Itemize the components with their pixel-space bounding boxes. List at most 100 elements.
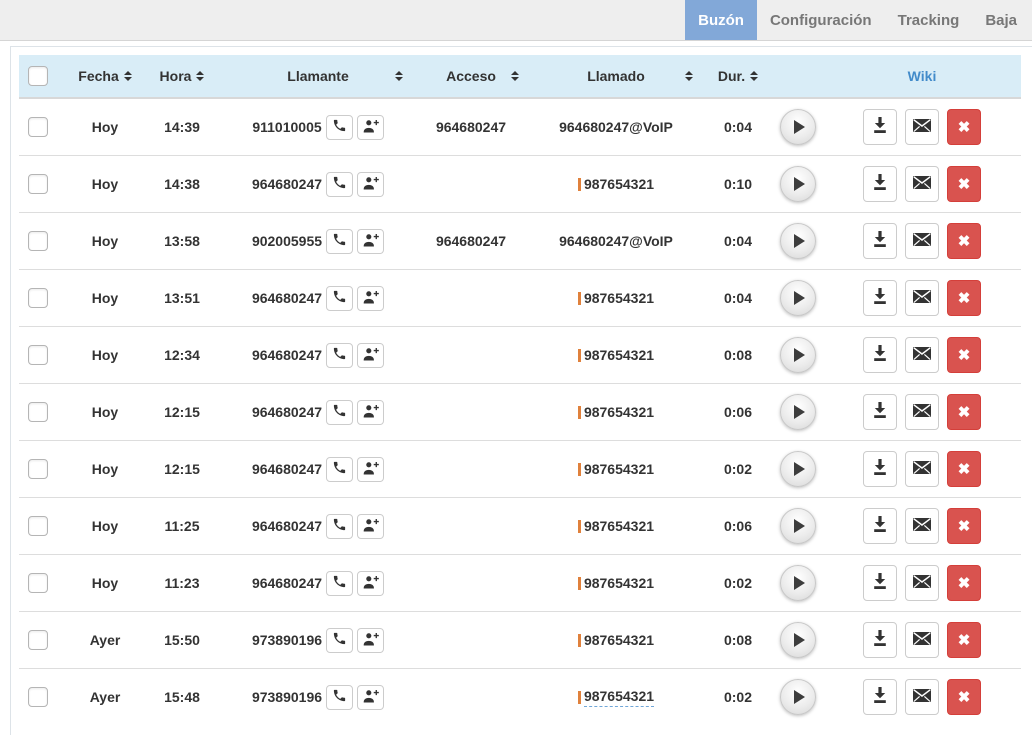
download-button[interactable] (863, 337, 897, 373)
play-button[interactable] (780, 679, 816, 715)
actions-cell: ✖ (823, 280, 1021, 316)
play-button[interactable] (780, 337, 816, 373)
delete-button[interactable]: ✖ (947, 508, 981, 544)
add-contact-button[interactable] (357, 457, 384, 482)
play-button[interactable] (780, 565, 816, 601)
add-contact-button[interactable] (357, 571, 384, 596)
row-checkbox[interactable] (28, 231, 48, 251)
delete-button[interactable]: ✖ (947, 337, 981, 373)
download-button[interactable] (863, 280, 897, 316)
dur-value: 0:04 (724, 233, 752, 249)
tab-buzon[interactable]: Buzón (685, 0, 757, 40)
row-checkbox[interactable] (28, 117, 48, 137)
download-button[interactable] (863, 394, 897, 430)
download-button[interactable] (863, 622, 897, 658)
fecha-cell: Hoy (69, 119, 141, 135)
add-contact-button[interactable] (357, 286, 384, 311)
delete-button[interactable]: ✖ (947, 622, 981, 658)
header-wiki[interactable]: Wiki (823, 68, 1021, 84)
call-back-button[interactable] (326, 457, 353, 482)
row-checkbox[interactable] (28, 174, 48, 194)
play-button[interactable] (780, 451, 816, 487)
row-checkbox[interactable] (28, 459, 48, 479)
play-button[interactable] (780, 508, 816, 544)
download-button[interactable] (863, 508, 897, 544)
row-checkbox[interactable] (28, 687, 48, 707)
header-fecha-label: Fecha (78, 68, 118, 84)
email-button[interactable] (905, 109, 939, 145)
delete-button[interactable]: ✖ (947, 451, 981, 487)
header-hora[interactable]: Hora (141, 68, 223, 84)
download-button[interactable] (863, 679, 897, 715)
row-checkbox[interactable] (28, 345, 48, 365)
email-button[interactable] (905, 451, 939, 487)
fecha-cell: Ayer (69, 689, 141, 705)
play-button[interactable] (780, 622, 816, 658)
email-button[interactable] (905, 337, 939, 373)
row-checkbox[interactable] (28, 516, 48, 536)
play-button[interactable] (780, 109, 816, 145)
email-button[interactable] (905, 622, 939, 658)
call-back-button[interactable] (326, 343, 353, 368)
add-contact-button[interactable] (357, 628, 384, 653)
header-dur[interactable]: Dur. (703, 68, 773, 84)
header-llamado[interactable]: Llamado (529, 68, 703, 84)
tab-configuracion[interactable]: Configuración (757, 0, 885, 40)
play-button[interactable] (780, 223, 816, 259)
llamante-cell: 964680247 (223, 172, 413, 197)
call-back-button[interactable] (326, 685, 353, 710)
play-button[interactable] (780, 394, 816, 430)
download-button[interactable] (863, 451, 897, 487)
add-contact-button[interactable] (357, 685, 384, 710)
llamante-cell: 964680247 (223, 343, 413, 368)
delete-button[interactable]: ✖ (947, 565, 981, 601)
call-back-button[interactable] (326, 400, 353, 425)
download-button[interactable] (863, 166, 897, 202)
delete-button[interactable]: ✖ (947, 394, 981, 430)
row-checkbox[interactable] (28, 402, 48, 422)
email-button[interactable] (905, 565, 939, 601)
download-button[interactable] (863, 565, 897, 601)
row-checkbox[interactable] (28, 573, 48, 593)
header-fecha[interactable]: Fecha (69, 68, 141, 84)
download-button[interactable] (863, 109, 897, 145)
delete-button[interactable]: ✖ (947, 223, 981, 259)
call-back-button[interactable] (326, 172, 353, 197)
play-button[interactable] (780, 280, 816, 316)
header-llamante[interactable]: Llamante (223, 68, 413, 84)
add-contact-button[interactable] (357, 115, 384, 140)
play-icon (794, 576, 805, 590)
email-button[interactable] (905, 223, 939, 259)
delete-button[interactable]: ✖ (947, 280, 981, 316)
call-back-button[interactable] (326, 115, 353, 140)
delete-button[interactable]: ✖ (947, 166, 981, 202)
tab-baja[interactable]: Baja (972, 0, 1030, 40)
play-button[interactable] (780, 166, 816, 202)
play-cell (773, 337, 823, 373)
add-contact-button[interactable] (357, 343, 384, 368)
delete-button[interactable]: ✖ (947, 679, 981, 715)
dur-value: 0:08 (724, 347, 752, 363)
call-back-button[interactable] (326, 514, 353, 539)
call-back-button[interactable] (326, 571, 353, 596)
select-all-checkbox[interactable] (28, 66, 48, 86)
add-contact-button[interactable] (357, 514, 384, 539)
delete-button[interactable]: ✖ (947, 109, 981, 145)
person-add-icon (362, 347, 379, 364)
tab-tracking[interactable]: Tracking (885, 0, 973, 40)
call-back-button[interactable] (326, 229, 353, 254)
email-button[interactable] (905, 679, 939, 715)
row-checkbox[interactable] (28, 630, 48, 650)
call-back-button[interactable] (326, 628, 353, 653)
add-contact-button[interactable] (357, 400, 384, 425)
add-contact-button[interactable] (357, 172, 384, 197)
email-button[interactable] (905, 508, 939, 544)
row-checkbox[interactable] (28, 288, 48, 308)
email-button[interactable] (905, 166, 939, 202)
add-contact-button[interactable] (357, 229, 384, 254)
download-button[interactable] (863, 223, 897, 259)
email-button[interactable] (905, 394, 939, 430)
header-acceso[interactable]: Acceso (413, 68, 529, 84)
call-back-button[interactable] (326, 286, 353, 311)
email-button[interactable] (905, 280, 939, 316)
